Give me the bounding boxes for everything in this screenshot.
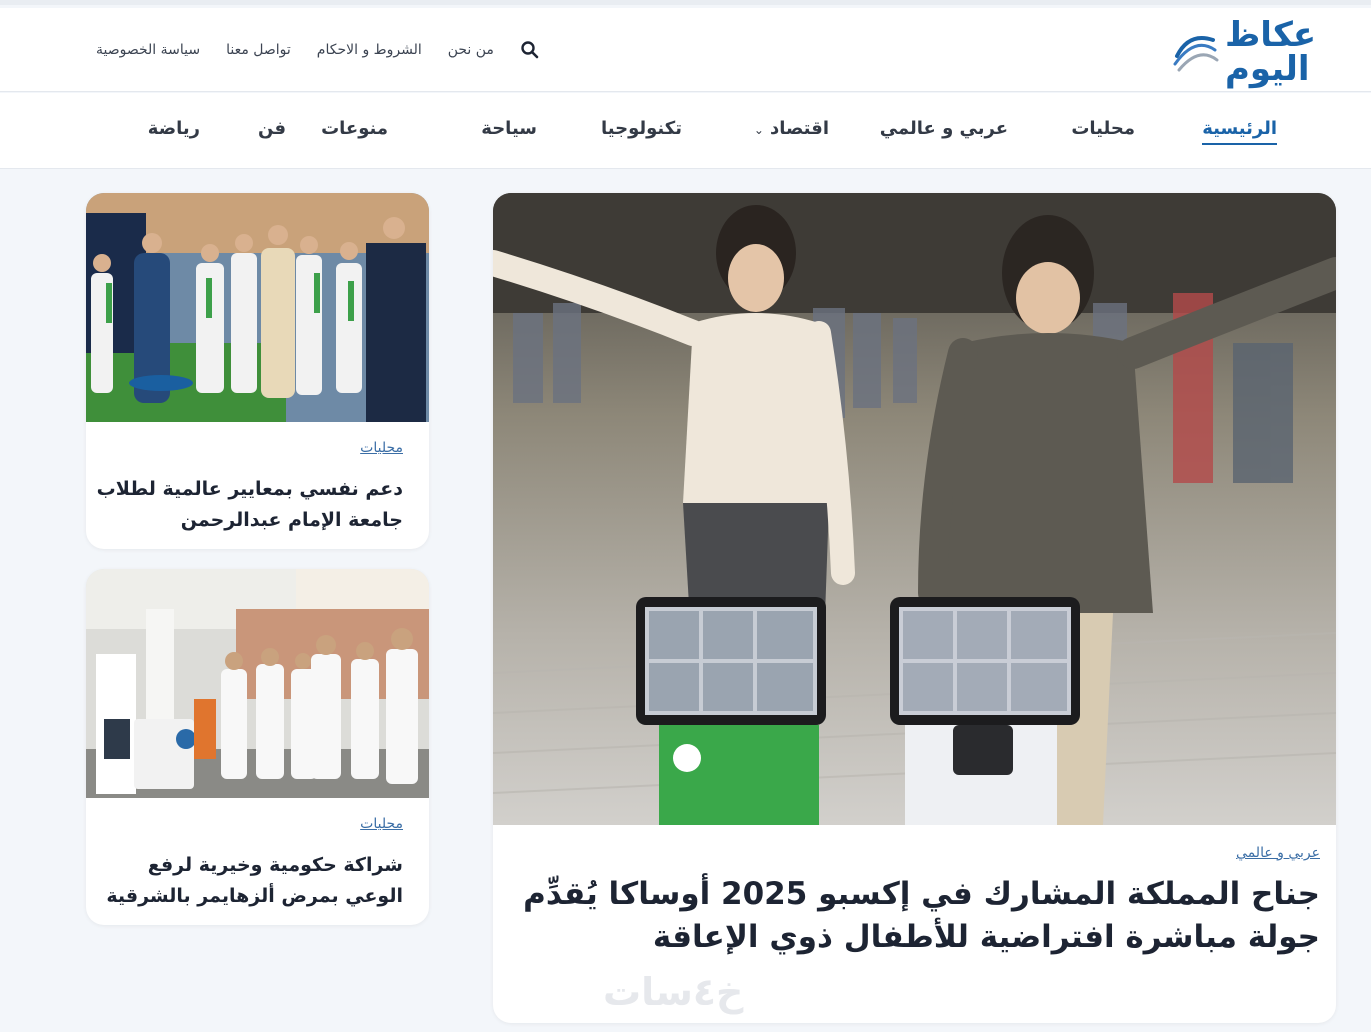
main-article-title[interactable]: جناح المملكة المشارك في إكسبو 2025 أوساك…: [520, 873, 1320, 959]
logo-line-1: عكاظ: [1225, 15, 1317, 55]
logo-swirl-icon: [1173, 36, 1219, 72]
nav-item-art[interactable]: فن: [258, 118, 286, 139]
side-article-title[interactable]: شراكة حكومية وخيرية لرفع الوعي بمرض ألزه…: [93, 850, 403, 912]
main-article-image[interactable]: [493, 193, 1336, 825]
top-link-terms[interactable]: الشروط و الاحكام: [317, 42, 422, 58]
logo-line-2: اليوم: [1225, 49, 1310, 89]
side-article-image[interactable]: [86, 569, 429, 798]
top-strip: [0, 0, 1371, 5]
nav-item-economy-label: اقتصاد: [769, 118, 829, 139]
watermark-text: خ٤سات: [603, 970, 744, 1014]
site-logo[interactable]: عكاظ اليوم: [1169, 16, 1329, 88]
nav-item-misc[interactable]: منوعات: [321, 118, 388, 139]
top-link-privacy[interactable]: سياسة الخصوصية: [96, 42, 200, 58]
search-icon[interactable]: [520, 40, 540, 60]
side-article-category[interactable]: محليات: [360, 816, 403, 832]
nav-item-tourism[interactable]: سياحة: [481, 118, 537, 139]
side-article-image[interactable]: [86, 193, 429, 422]
chevron-down-icon: ⌄: [753, 123, 764, 137]
nav-item-economy[interactable]: اقتصاد ⌄: [754, 118, 829, 139]
side-article-card[interactable]: محليات شراكة حكومية وخيرية لرفع الوعي بم…: [86, 569, 429, 925]
top-link-about[interactable]: من نحن: [448, 42, 494, 58]
nav-item-local[interactable]: محليات: [1071, 118, 1135, 139]
side-article-category[interactable]: محليات: [360, 440, 403, 456]
site-header: عكاظ اليوم سياسة الخصوصية تواصل معنا الش…: [0, 8, 1371, 92]
side-article-card[interactable]: محليات دعم نفسي بمعايير عالمية لطلاب جام…: [86, 193, 429, 549]
top-link-contact[interactable]: تواصل معنا: [226, 42, 291, 58]
logo-text: عكاظ اليوم: [1225, 18, 1316, 86]
side-article-title[interactable]: دعم نفسي بمعايير عالمية لطلاب جامعة الإم…: [93, 474, 403, 536]
main-article-category[interactable]: عربي و عالمي: [1236, 845, 1320, 861]
nav-item-world[interactable]: عربي و عالمي: [880, 118, 1008, 139]
main-nav: الرئيسية محليات عربي و عالمي اقتصاد ⌄ تكن…: [0, 93, 1371, 169]
top-links: سياسة الخصوصية تواصل معنا الشروط و الاحك…: [96, 38, 540, 62]
main-article-card[interactable]: عربي و عالمي جناح المملكة المشارك في إكس…: [493, 193, 1336, 1023]
nav-item-sports[interactable]: رياضة: [148, 118, 200, 139]
nav-item-home[interactable]: الرئيسية: [1202, 118, 1277, 145]
nav-item-tech[interactable]: تكنولوجيا: [601, 118, 682, 139]
